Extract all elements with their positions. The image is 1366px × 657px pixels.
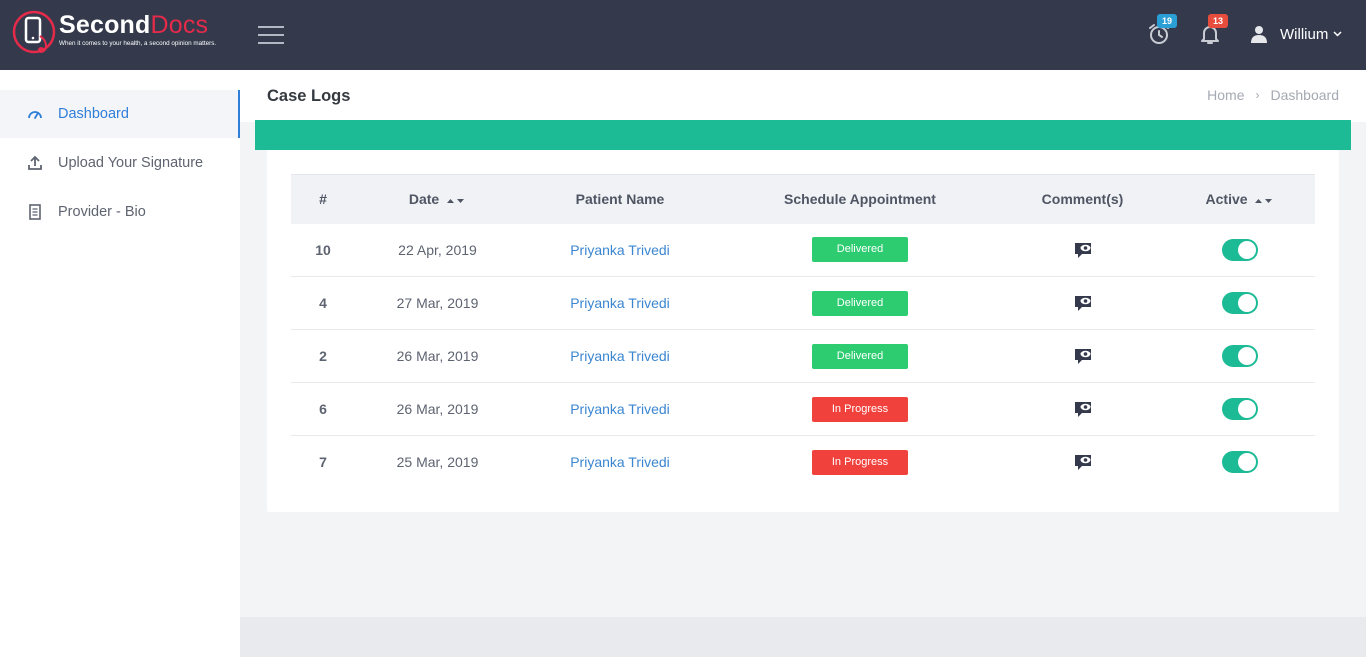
case-logs-table: # Date Patient Name Schedule Appointment… xyxy=(291,174,1315,489)
patient-name-link[interactable]: Priyanka Trivedi xyxy=(570,242,670,258)
case-number: 6 xyxy=(319,401,327,417)
sidebar-item-label: Dashboard xyxy=(58,106,129,122)
active-toggle[interactable] xyxy=(1222,238,1258,261)
logo-wordmark: SecondDocs xyxy=(59,11,216,39)
reminders-badge: 19 xyxy=(1157,14,1177,28)
table-header-row: # Date Patient Name Schedule Appointment… xyxy=(291,174,1315,224)
patient-name-link[interactable]: Priyanka Trivedi xyxy=(570,348,670,364)
column-header-label: Active xyxy=(1205,191,1248,208)
chevron-down-icon xyxy=(1333,31,1342,37)
comment-view-icon[interactable] xyxy=(1073,293,1093,313)
page-banner xyxy=(255,120,1351,150)
column-header-comments: Comment(s) xyxy=(1041,191,1124,208)
column-header-label: Date xyxy=(408,191,440,208)
column-header-patient: Patient Name xyxy=(575,191,665,208)
status-badge: Delivered xyxy=(812,343,908,369)
user-name: Willium xyxy=(1280,25,1329,43)
breadcrumb-current: Dashboard xyxy=(1270,87,1340,103)
active-toggle[interactable] xyxy=(1222,292,1258,314)
logo-phone-stethoscope-icon xyxy=(12,10,58,56)
status-badge: Delivered xyxy=(812,290,908,316)
column-header-schedule: Schedule Appointment xyxy=(784,191,936,208)
active-toggle[interactable] xyxy=(1222,398,1258,420)
comment-view-icon[interactable] xyxy=(1073,452,1093,472)
sort-icon[interactable] xyxy=(446,197,466,205)
chevron-right-icon: › xyxy=(1255,88,1260,102)
table-row: 6 26 Mar, 2019 Priyanka Trivedi In Progress xyxy=(291,383,1315,436)
sidebar-item-upload-signature[interactable]: Upload Your Signature xyxy=(0,139,240,187)
sort-icon[interactable] xyxy=(1254,197,1274,205)
table-row: 7 25 Mar, 2019 Priyanka Trivedi In Progress xyxy=(291,436,1315,489)
active-toggle[interactable] xyxy=(1222,345,1258,367)
top-navbar: SecondDocs When it comes to your health,… xyxy=(0,0,1366,70)
case-number: 4 xyxy=(319,295,327,311)
logo-tagline: When it comes to your health, a second o… xyxy=(59,40,217,47)
case-number: 10 xyxy=(315,241,331,258)
sidebar-item-provider-bio[interactable]: Provider - Bio xyxy=(0,188,240,236)
status-badge: In Progress xyxy=(812,396,908,422)
patient-name-link[interactable]: Priyanka Trivedi xyxy=(570,454,670,470)
column-header-number: # xyxy=(319,191,327,208)
notifications-badge: 13 xyxy=(1208,14,1228,28)
speedometer-icon xyxy=(27,106,43,122)
reminders-button[interactable]: 19 xyxy=(1147,14,1177,46)
column-header-active[interactable]: Active xyxy=(1165,175,1315,224)
active-toggle[interactable] xyxy=(1222,451,1258,474)
status-badge: Delivered xyxy=(812,237,908,263)
page-title: Case Logs xyxy=(267,87,351,105)
user-icon xyxy=(1251,26,1267,43)
document-icon xyxy=(27,204,43,220)
notifications-button[interactable]: 13 xyxy=(1198,14,1228,46)
table-row: 2 26 Mar, 2019 Priyanka Trivedi Delivered xyxy=(291,330,1315,383)
table-row: 4 27 Mar, 2019 Priyanka Trivedi Delivered xyxy=(291,277,1315,330)
footer xyxy=(240,617,1366,657)
patient-name-link[interactable]: Priyanka Trivedi xyxy=(570,295,670,311)
breadcrumb: Home › Dashboard xyxy=(1207,87,1339,103)
case-date: 25 Mar, 2019 xyxy=(396,454,479,471)
upload-icon xyxy=(27,155,43,171)
menu-icon[interactable] xyxy=(258,26,284,44)
comment-view-icon[interactable] xyxy=(1073,240,1093,260)
patient-name-link[interactable]: Priyanka Trivedi xyxy=(570,401,670,417)
table-row: 10 22 Apr, 2019 Priyanka Trivedi Delivered xyxy=(291,224,1315,277)
logo-word-second: Second xyxy=(59,11,151,39)
comment-view-icon[interactable] xyxy=(1073,346,1093,366)
case-date: 22 Apr, 2019 xyxy=(398,241,477,258)
logo[interactable]: SecondDocs When it comes to your health,… xyxy=(12,10,216,56)
case-number: 2 xyxy=(319,348,327,364)
sidebar-item-label: Provider - Bio xyxy=(58,204,146,220)
comment-view-icon[interactable] xyxy=(1073,399,1093,419)
breadcrumb-home[interactable]: Home xyxy=(1207,87,1244,103)
user-menu[interactable]: Willium xyxy=(1250,25,1342,43)
case-number: 7 xyxy=(319,454,327,471)
column-header-date[interactable]: Date xyxy=(355,175,520,224)
sidebar: Dashboard Upload Your Signature Provider… xyxy=(0,70,240,657)
sidebar-item-dashboard[interactable]: Dashboard xyxy=(0,90,240,138)
case-date: 26 Mar, 2019 xyxy=(396,401,479,417)
case-date: 27 Mar, 2019 xyxy=(396,295,479,311)
status-badge: In Progress xyxy=(812,449,908,475)
page-header xyxy=(240,70,1366,122)
case-date: 26 Mar, 2019 xyxy=(396,348,479,364)
sidebar-item-label: Upload Your Signature xyxy=(58,155,204,171)
logo-word-docs: Docs xyxy=(150,11,209,39)
